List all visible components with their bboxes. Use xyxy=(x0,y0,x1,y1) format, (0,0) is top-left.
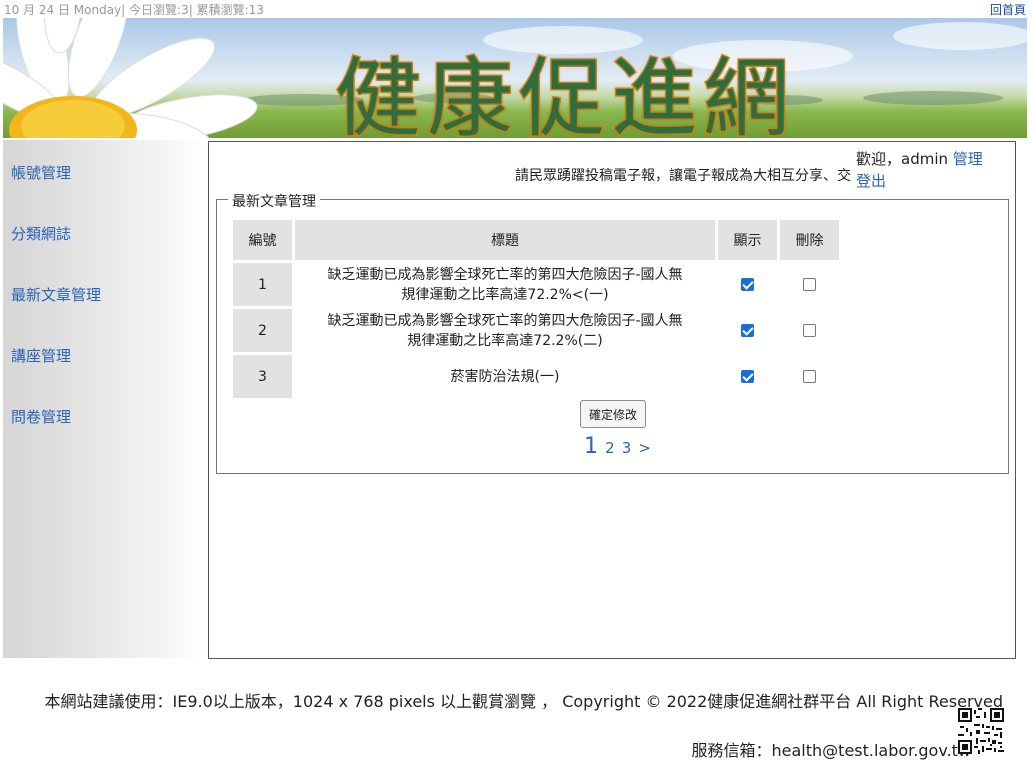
delete-checkbox[interactable] xyxy=(803,370,816,383)
pagination: 1 2 3 > xyxy=(584,434,651,459)
article-table: 編號 標題 顯示 刪除 1 缺乏運動已成為影響全球死亡率的第四大危險因子-國人無… xyxy=(230,217,842,401)
welcome-text: 歡迎，admin xyxy=(856,150,948,168)
delete-checkbox[interactable] xyxy=(803,278,816,291)
row-number: 2 xyxy=(233,309,292,352)
visit-status-text: 10 月 24 日 Monday| 今日瀏覽:3| 累積瀏覽:13 xyxy=(4,3,264,17)
row-number: 3 xyxy=(233,355,292,398)
row-title-line: 缺乏運動已成為影響全球死亡率的第四大危險因子-國人無 xyxy=(327,312,683,329)
column-header-number: 編號 xyxy=(233,220,292,260)
row-number: 1 xyxy=(233,263,292,306)
welcome-area: 歡迎，admin 管理 xyxy=(856,148,983,169)
row-title[interactable]: 菸害防治法規(一) xyxy=(295,355,715,398)
main-panel: 歡迎，admin 管理 登出 請民眾踴躍投稿電子報，讓電子報成為大相互分享、交 … xyxy=(208,141,1016,659)
home-link[interactable]: 回首頁 xyxy=(990,1,1026,19)
show-checkbox[interactable] xyxy=(741,370,754,383)
page-link-2[interactable]: 2 xyxy=(605,439,615,457)
row-title-line: 規律運動之比率高達72.2%<(一) xyxy=(401,286,609,303)
page-link-3[interactable]: 3 xyxy=(622,439,632,457)
manage-link[interactable]: 管理 xyxy=(953,150,983,168)
column-header-title: 標題 xyxy=(295,220,715,260)
current-page: 1 xyxy=(584,434,598,459)
table-row: 1 缺乏運動已成為影響全球死亡率的第四大危險因子-國人無 規律運動之比率高達72… xyxy=(233,263,839,306)
next-page-link[interactable]: > xyxy=(638,439,651,457)
footer-service-email: 服務信箱：health@test.labor.gov.tw xyxy=(691,741,971,760)
table-row: 2 缺乏運動已成為影響全球死亡率的第四大危險因子-國人無 規律運動之比率高達72… xyxy=(233,309,839,352)
banner-title: 健康促進網 xyxy=(334,48,795,139)
announcement-marquee: 請民眾踴躍投稿電子報，讓電子報成為大相互分享、交 xyxy=(515,168,851,184)
row-title-line: 菸害防治法規(一) xyxy=(450,368,560,385)
table-header-row: 編號 標題 顯示 刪除 xyxy=(233,220,839,260)
confirm-edit-button[interactable]: 確定修改 xyxy=(580,400,646,428)
fieldset-legend: 最新文章管理 xyxy=(228,191,320,211)
latest-article-fieldset: 最新文章管理 編號 標題 顯示 刪除 1 缺乏運動已成為影響全球死亡率的第四大危… xyxy=(216,191,1009,474)
delete-checkbox[interactable] xyxy=(803,324,816,337)
row-title-line: 缺乏運動已成為影響全球死亡率的第四大危險因子-國人無 xyxy=(327,266,683,283)
row-title[interactable]: 缺乏運動已成為影響全球死亡率的第四大危險因子-國人無 規律運動之比率高達72.2… xyxy=(295,309,715,352)
logout-link[interactable]: 登出 xyxy=(856,170,886,191)
show-checkbox[interactable] xyxy=(741,324,754,337)
table-row: 3 菸害防治法規(一) xyxy=(233,355,839,398)
sidebar-item-lecture-management[interactable]: 講座管理 xyxy=(11,345,71,366)
sidebar-item-account-management[interactable]: 帳號管理 xyxy=(11,162,71,183)
row-title-line: 規律運動之比率高達72.2%(二) xyxy=(407,332,603,349)
site-banner: 健康促進網 xyxy=(3,18,1027,138)
row-title[interactable]: 缺乏運動已成為影響全球死亡率的第四大危險因子-國人無 規律運動之比率高達72.2… xyxy=(295,263,715,306)
top-status-bar: 10 月 24 日 Monday| 今日瀏覽:3| 累積瀏覽:13 回首頁 xyxy=(0,0,1031,18)
column-header-delete: 刪除 xyxy=(780,220,839,260)
sidebar-nav: 帳號管理 分類網誌 最新文章管理 講座管理 問卷管理 xyxy=(3,140,206,658)
footer-browser-notice: 本網站建議使用：IE9.0以上版本，1024 x 768 pixels 以上觀賞… xyxy=(44,692,1004,711)
sidebar-item-category-blog[interactable]: 分類網誌 xyxy=(11,223,71,244)
sidebar-item-latest-article-management[interactable]: 最新文章管理 xyxy=(11,284,101,305)
show-checkbox[interactable] xyxy=(741,278,754,291)
column-header-show: 顯示 xyxy=(718,220,777,260)
qr-code-icon xyxy=(958,708,1004,754)
sidebar-item-survey-management[interactable]: 問卷管理 xyxy=(11,406,71,427)
